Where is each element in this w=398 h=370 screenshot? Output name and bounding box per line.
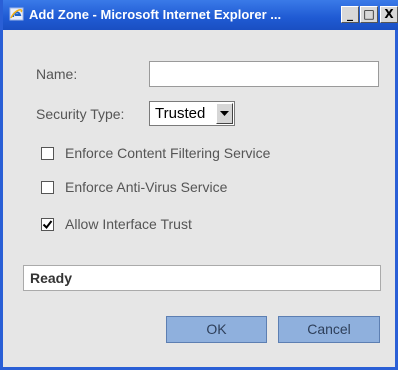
- minimize-button[interactable]: _: [341, 6, 359, 23]
- window-title: Add Zone - Microsoft Internet Explorer .…: [29, 7, 282, 22]
- checkbox-content-filtering-label: Enforce Content Filtering Service: [65, 145, 271, 161]
- checkbox-content-filtering[interactable]: [41, 147, 54, 160]
- checkbox-anti-virus-label: Enforce Anti-Virus Service: [65, 179, 228, 195]
- dropdown-button[interactable]: [216, 103, 233, 124]
- close-button[interactable]: X: [380, 6, 398, 23]
- name-input[interactable]: [149, 61, 379, 87]
- maximize-button[interactable]: □: [360, 6, 378, 23]
- title-bar[interactable]: Add Zone - Microsoft Internet Explorer .…: [3, 0, 398, 30]
- checkbox-anti-virus[interactable]: [41, 181, 54, 194]
- add-zone-window: Add Zone - Microsoft Internet Explorer .…: [0, 0, 398, 370]
- status-bar: Ready: [23, 265, 381, 291]
- ok-button[interactable]: OK: [166, 316, 267, 343]
- ie-logo-icon: [9, 6, 25, 22]
- name-label: Name:: [36, 66, 78, 82]
- security-type-value: Trusted: [155, 105, 206, 122]
- check-icon: [42, 220, 53, 230]
- cancel-button[interactable]: Cancel: [278, 316, 380, 343]
- checkbox-interface-trust[interactable]: [41, 218, 54, 231]
- security-type-select[interactable]: Trusted: [149, 101, 235, 126]
- checkbox-interface-trust-label: Allow Interface Trust: [65, 216, 192, 232]
- chevron-down-icon: [220, 111, 229, 116]
- security-type-label: Security Type:: [36, 106, 125, 122]
